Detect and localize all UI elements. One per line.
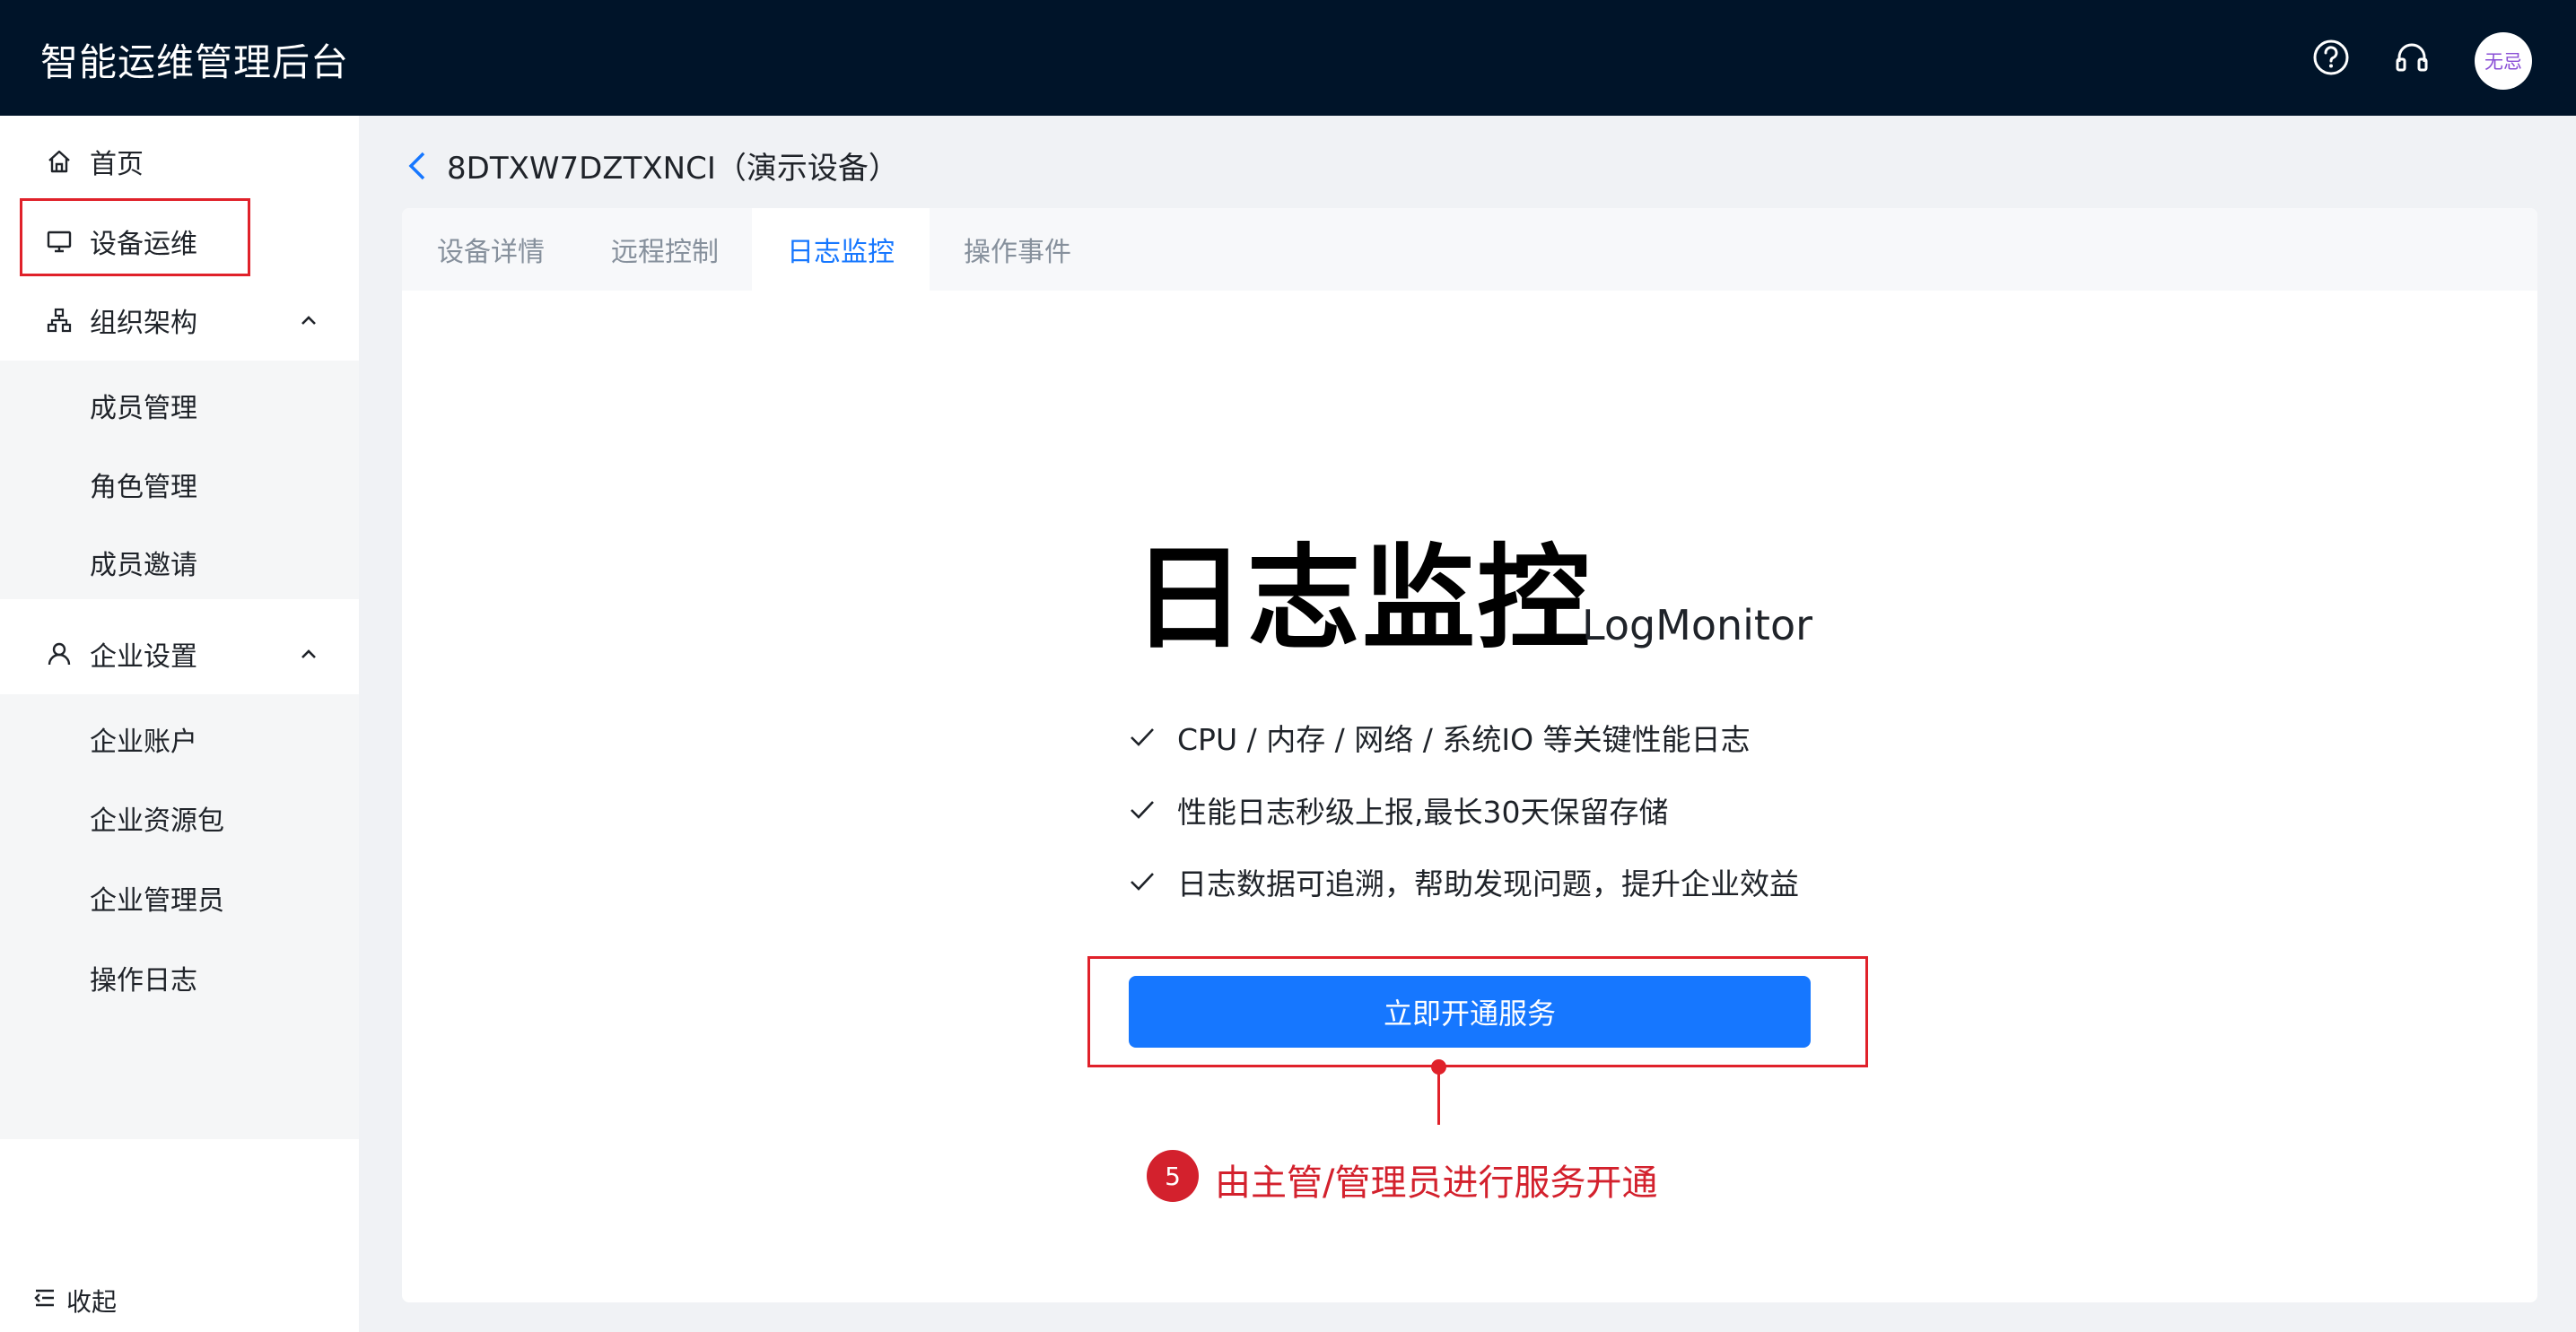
feature-item: CPU / 内存 / 网络 / 系统IO 等关键性能日志 xyxy=(1129,716,1751,759)
sidebar-subitem-roles[interactable]: 角色管理 xyxy=(0,446,359,523)
tab-device-details[interactable]: 设备详情 xyxy=(402,208,580,291)
back-arrow-icon[interactable] xyxy=(404,148,434,184)
sidebar-subitem-label: 角色管理 xyxy=(90,472,197,503)
feature-text: CPU / 内存 / 网络 / 系统IO 等关键性能日志 xyxy=(1177,722,1751,757)
user-avatar[interactable]: 无忌 xyxy=(2475,32,2532,90)
check-icon xyxy=(1129,723,1157,752)
sidebar-item-label: 设备运维 xyxy=(90,229,197,260)
headset-icon[interactable] xyxy=(2390,36,2433,79)
chevron-up-icon xyxy=(296,308,321,333)
activate-service-button[interactable]: 立即开通服务 xyxy=(1129,976,1811,1048)
monitor-icon xyxy=(45,227,74,256)
tab-remote-control[interactable]: 远程控制 xyxy=(580,208,750,291)
breadcrumb: 8DTXW7DZTXNCI（演示设备） xyxy=(404,144,899,187)
sidebar-subitem-members[interactable]: 成员管理 xyxy=(0,367,359,444)
user-icon xyxy=(45,640,74,668)
page-title: 8DTXW7DZTXNCI（演示设备） xyxy=(447,151,899,187)
step-number-badge: 5 xyxy=(1147,1150,1199,1202)
tab-log-monitor[interactable]: 日志监控 xyxy=(752,208,930,291)
sidebar-item-home[interactable]: 首页 xyxy=(0,123,359,200)
question-circle-icon[interactable] xyxy=(2310,36,2353,79)
org-chart-icon xyxy=(45,306,74,335)
sidebar-subitem-invites[interactable]: 成员邀请 xyxy=(0,524,359,601)
check-icon xyxy=(1129,867,1157,896)
check-icon xyxy=(1129,796,1157,824)
home-icon xyxy=(45,147,74,176)
sidebar-subitem-label: 企业账户 xyxy=(90,727,197,758)
promo-title: 日志监控 xyxy=(1132,533,1592,665)
sidebar-collapse-button[interactable]: 收起 xyxy=(32,1283,117,1319)
sidebar-item-enterprise-settings[interactable]: 企业设置 xyxy=(0,615,359,692)
sidebar-subitem-admins[interactable]: 企业管理员 xyxy=(0,859,359,936)
feature-item: 性能日志秒级上报,最长30天保留存储 xyxy=(1129,788,1668,831)
sidebar-subitem-enterprise-account[interactable]: 企业账户 xyxy=(0,701,359,778)
sidebar-item-label: 首页 xyxy=(90,149,144,180)
feature-item: 日志数据可追溯，帮助发现问题，提升企业效益 xyxy=(1129,860,1799,903)
annotation-leader-dot xyxy=(1431,1059,1446,1075)
tab-operation-events[interactable]: 操作事件 xyxy=(930,208,1105,291)
sidebar-item-device-ops[interactable]: 设备运维 xyxy=(0,203,359,280)
sidebar-subitem-label: 成员管理 xyxy=(90,393,197,424)
tab-bar: 设备详情 远程控制 日志监控 操作事件 xyxy=(402,208,2537,291)
feature-text: 性能日志秒级上报,最长30天保留存储 xyxy=(1177,795,1669,830)
sidebar-item-label: 组织架构 xyxy=(90,308,197,339)
annotation-text: 由主管/管理员进行服务开通 xyxy=(1215,1162,1658,1204)
sidebar: 首页 设备运维 组织架构 成员管理 角色管理 成员邀请 企业设置 企业账户 企业… xyxy=(0,116,359,1332)
collapse-menu-icon xyxy=(32,1285,57,1317)
app-title: 智能运维管理后台 xyxy=(40,40,350,84)
sidebar-item-label: 企业设置 xyxy=(90,641,197,673)
sidebar-subitem-operation-log[interactable]: 操作日志 xyxy=(0,939,359,1016)
sidebar-subitem-label: 企业资源包 xyxy=(90,805,224,837)
promo-subtitle: LogMonitor xyxy=(1582,601,1813,649)
feature-text: 日志数据可追溯，帮助发现问题，提升企业效益 xyxy=(1177,866,1799,901)
sidebar-subitem-label: 成员邀请 xyxy=(90,550,197,581)
sidebar-subitem-resource-pack[interactable]: 企业资源包 xyxy=(0,779,359,857)
collapse-label: 收起 xyxy=(66,1287,118,1317)
top-header: 智能运维管理后台 无忌 xyxy=(0,0,2576,116)
sidebar-item-org[interactable]: 组织架构 xyxy=(0,282,359,359)
sidebar-subitem-label: 企业管理员 xyxy=(90,885,224,917)
chevron-up-icon xyxy=(296,641,321,666)
sidebar-subitem-label: 操作日志 xyxy=(90,965,197,997)
